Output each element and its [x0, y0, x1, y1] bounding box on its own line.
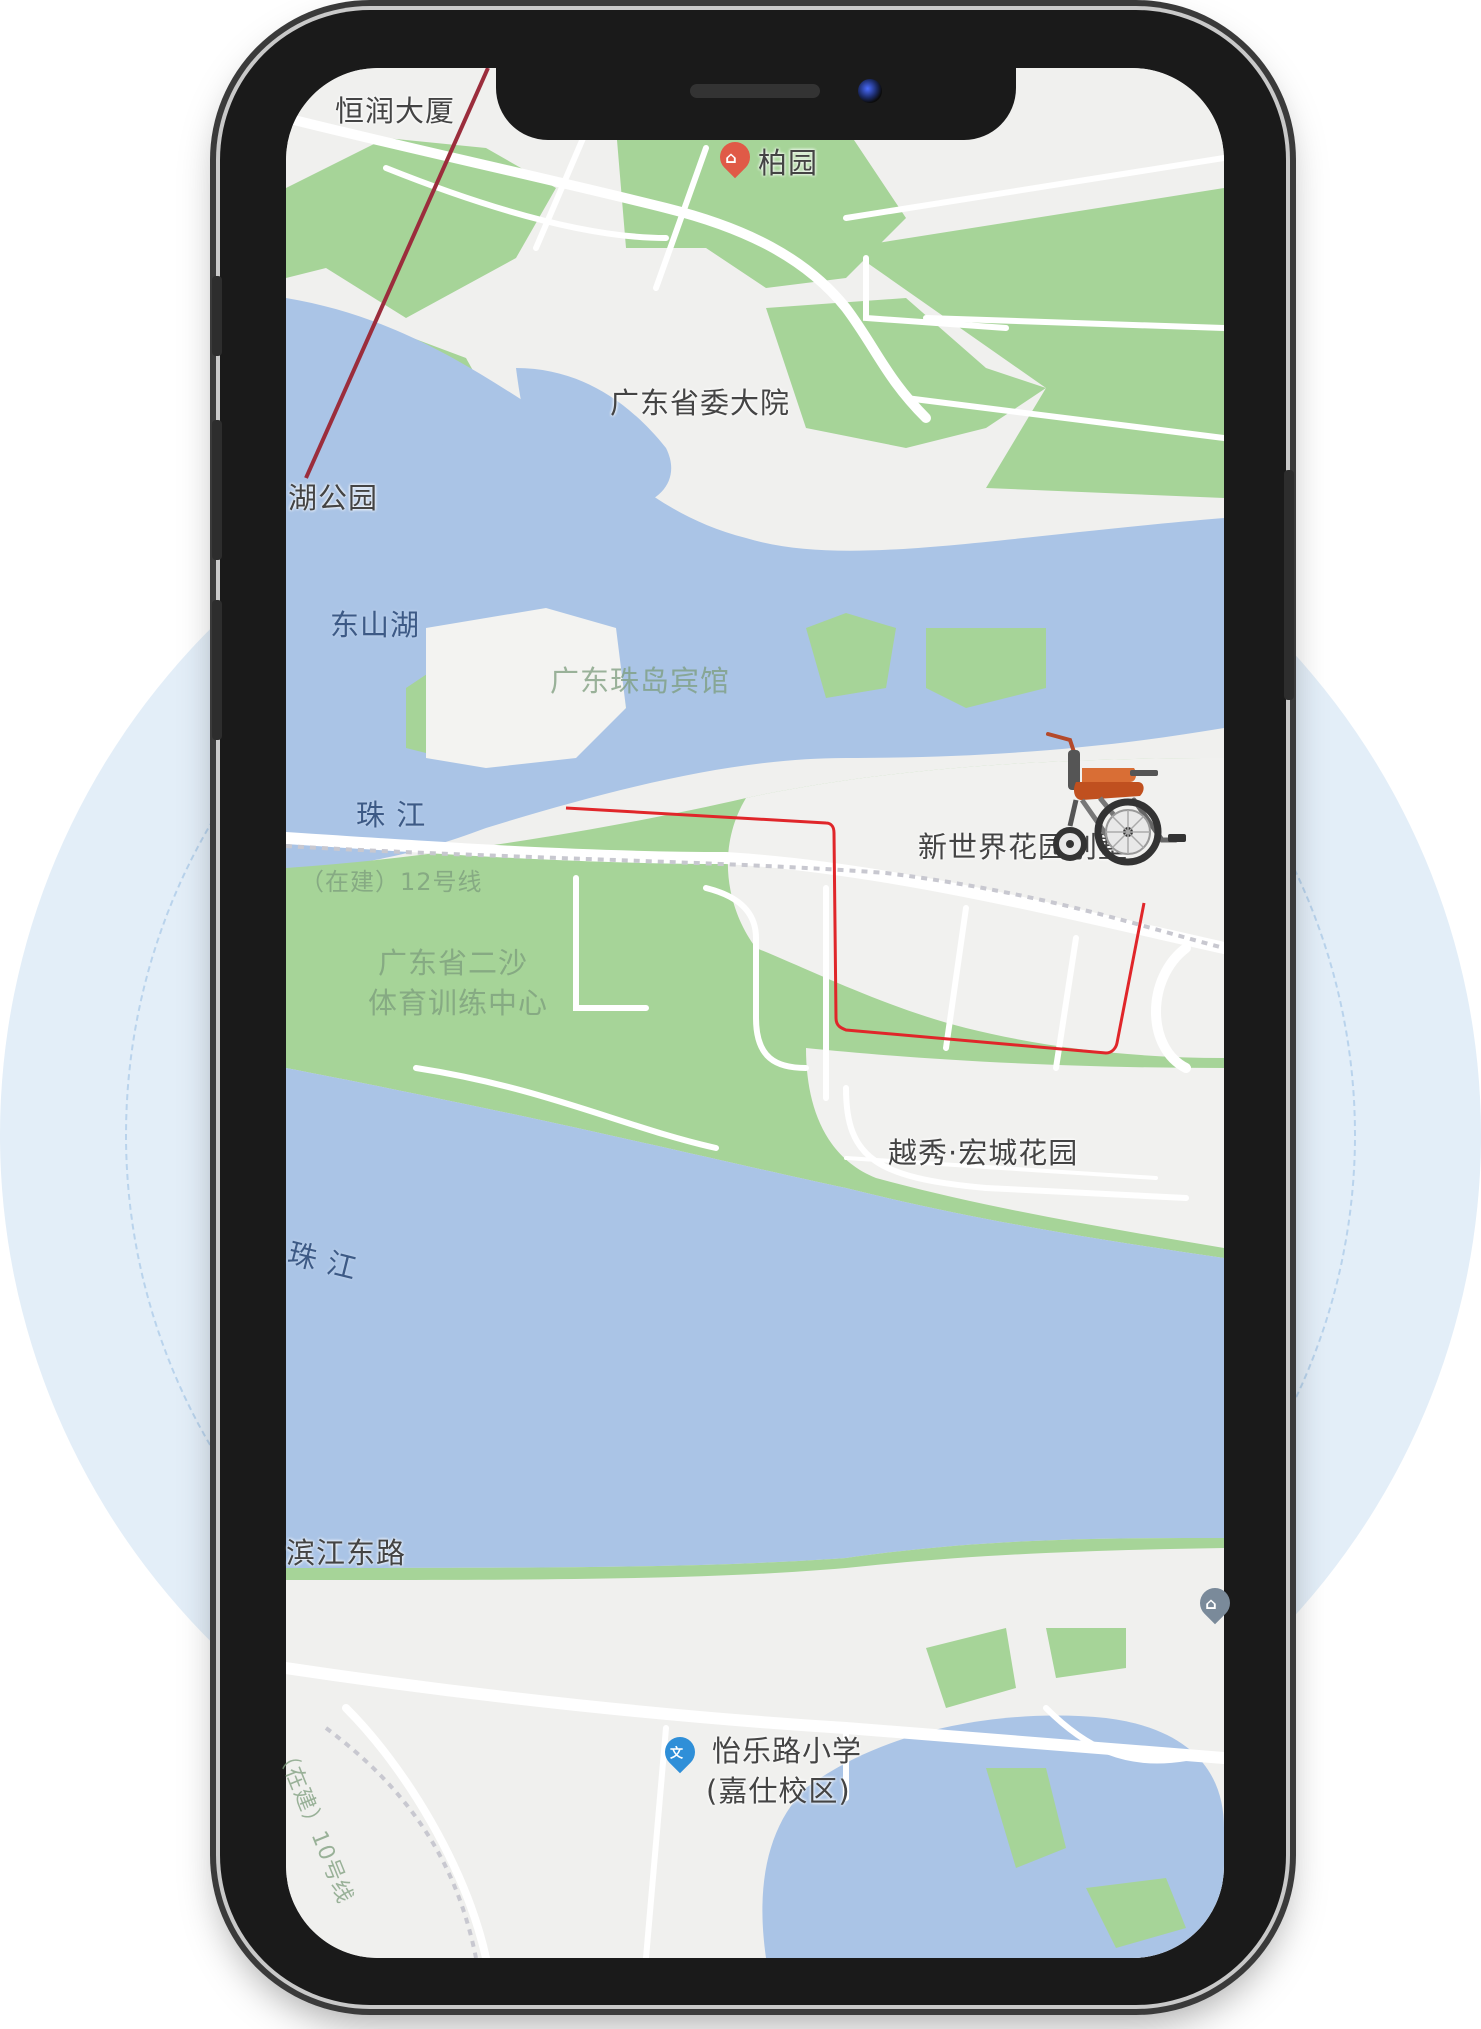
phone-front-camera: [858, 79, 882, 103]
label-baiyuan[interactable]: 柏园: [758, 140, 818, 182]
label-dongshan-lake[interactable]: 东山湖: [330, 602, 420, 644]
wheelchair-icon[interactable]: [1030, 730, 1190, 880]
phone-volume-down-button: [212, 600, 222, 740]
house-glyph-icon: ⌂: [725, 148, 737, 168]
phone-volume-up-button: [212, 420, 222, 560]
label-metro-line-12[interactable]: （在建）12号线: [300, 862, 483, 897]
phone-power-button: [1284, 470, 1294, 700]
label-binjiang-east-road[interactable]: 滨江东路: [286, 1530, 406, 1572]
school-glyph-icon: 文: [669, 1746, 683, 1762]
label-lake-park[interactable]: 湖公园: [288, 475, 378, 517]
label-yile-road-school-line2[interactable]: (嘉仕校区): [706, 1768, 851, 1810]
phone-speaker: [690, 84, 820, 98]
label-ersha-sports-line1[interactable]: 广东省二沙: [378, 940, 528, 982]
label-pearl-river-north[interactable]: 珠 江: [356, 792, 426, 834]
label-hengrun-building[interactable]: 恒润大厦: [335, 88, 455, 130]
phone-silent-switch: [212, 276, 222, 356]
label-zhudao-hotel[interactable]: 广东珠岛宾馆: [550, 658, 730, 700]
label-yile-road-school-line1[interactable]: 怡乐路小学: [712, 1728, 862, 1770]
phone-notch: [496, 68, 1016, 140]
label-ersha-sports-line2[interactable]: 体育训练中心: [368, 980, 548, 1022]
poi-glyph-icon: ⌂: [1205, 1594, 1217, 1614]
label-hongcheng-garden[interactable]: 越秀·宏城花园: [888, 1130, 1078, 1172]
label-provincial-committee[interactable]: 广东省委大院: [610, 380, 790, 422]
